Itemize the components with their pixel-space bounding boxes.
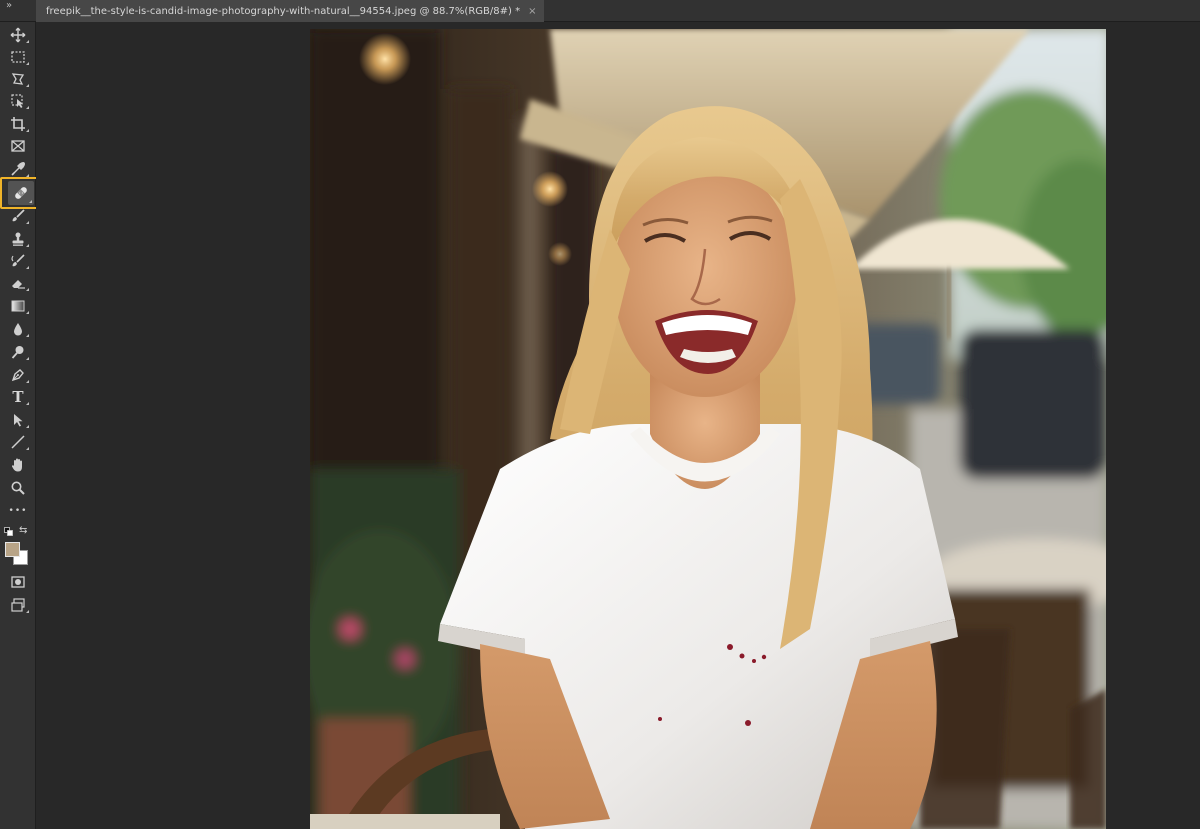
brush-icon (12, 208, 25, 221)
quick-mask-icon (11, 575, 25, 588)
crop-tool[interactable] (5, 113, 31, 134)
move-icon (10, 27, 26, 42)
hand-tool[interactable] (5, 454, 31, 475)
dodge-tool[interactable] (5, 341, 31, 362)
dodge-icon (11, 345, 24, 359)
collapse-toolbar-icon[interactable]: » (6, 1, 12, 11)
history-brush-icon (11, 253, 25, 266)
screen-mode-icon (11, 597, 25, 612)
eraser-icon (12, 279, 25, 289)
tools-panel: T ••• ⇆ (0, 22, 58, 829)
photo-laughing-woman-cafe (310, 29, 1106, 829)
lasso-tool[interactable] (5, 68, 31, 89)
drop-icon (14, 322, 22, 335)
color-swatches: ⇆ (2, 522, 34, 565)
eraser-tool[interactable] (5, 272, 31, 293)
crop-icon (11, 116, 25, 131)
object-select-icon (11, 93, 23, 108)
object-selection-tool[interactable] (5, 90, 31, 111)
clone-stamp-tool[interactable] (5, 228, 31, 249)
document-tab[interactable]: freepik__the-style-is-candid-image-photo… (36, 0, 545, 22)
marquee-icon (11, 50, 25, 63)
gradient-tool[interactable] (5, 295, 31, 316)
lasso-icon (11, 72, 25, 85)
rectangular-marquee-tool[interactable] (5, 46, 31, 67)
blur-tool[interactable] (5, 318, 31, 339)
type-icon: T (12, 387, 24, 406)
brush-tool[interactable] (5, 205, 31, 226)
bandage-icon (15, 187, 27, 199)
stamp-icon (12, 232, 24, 246)
foreground-color-swatch[interactable] (5, 542, 20, 557)
swap-colors-icon[interactable]: ⇆ (19, 525, 27, 536)
type-tool[interactable]: T (5, 386, 31, 407)
frame-tool[interactable] (5, 135, 31, 156)
history-brush-tool[interactable] (5, 250, 31, 271)
default-colors-icon[interactable] (4, 527, 13, 536)
line-icon (11, 434, 25, 449)
edit-toolbar[interactable]: ••• (5, 500, 31, 521)
eyedropper-icon (11, 161, 26, 176)
screen-mode[interactable] (5, 594, 31, 615)
gradient-icon (11, 300, 25, 311)
photoshop-window: » freepik__the-style-is-candid-image-pho… (0, 0, 1200, 829)
zoom-icon (11, 481, 25, 495)
document-image[interactable] (310, 29, 1106, 829)
eyedropper-tool[interactable] (5, 158, 31, 179)
pen-tool[interactable] (5, 364, 31, 385)
frame-icon (11, 139, 25, 152)
path-selection-tool[interactable] (5, 409, 31, 430)
hand-icon (11, 458, 22, 471)
more-icon: ••• (8, 505, 28, 516)
document-tab-bar: » freepik__the-style-is-candid-image-pho… (0, 0, 1200, 22)
quick-mask-mode[interactable] (5, 571, 31, 592)
close-tab-icon[interactable]: × (528, 6, 536, 17)
canvas-area[interactable] (36, 22, 1200, 829)
arrow-icon (14, 413, 23, 426)
document-tab-title: freepik__the-style-is-candid-image-photo… (46, 5, 521, 17)
pen-icon (11, 368, 24, 381)
line-tool[interactable] (5, 431, 31, 452)
zoom-tool[interactable] (5, 477, 31, 498)
move-tool[interactable] (5, 24, 31, 45)
